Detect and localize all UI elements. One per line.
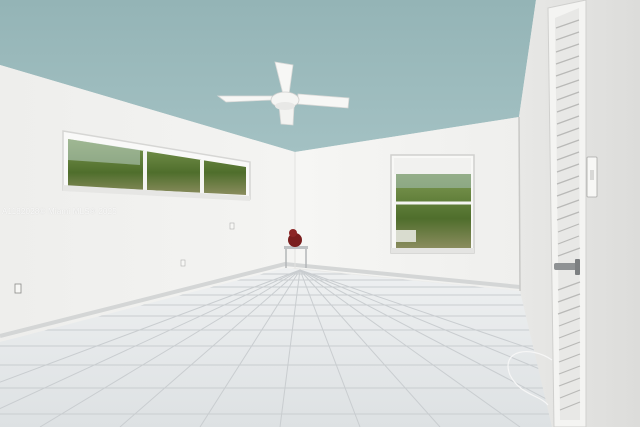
back-wall-window xyxy=(390,154,475,254)
mls-watermark: A1182028© Miami MLS® 2025 xyxy=(2,207,117,216)
wall-outlet xyxy=(14,283,22,294)
louvered-closet-door xyxy=(547,0,587,427)
door-handle xyxy=(554,263,578,270)
room-photo: A1182028© Miami MLS® 2025 xyxy=(0,0,640,427)
